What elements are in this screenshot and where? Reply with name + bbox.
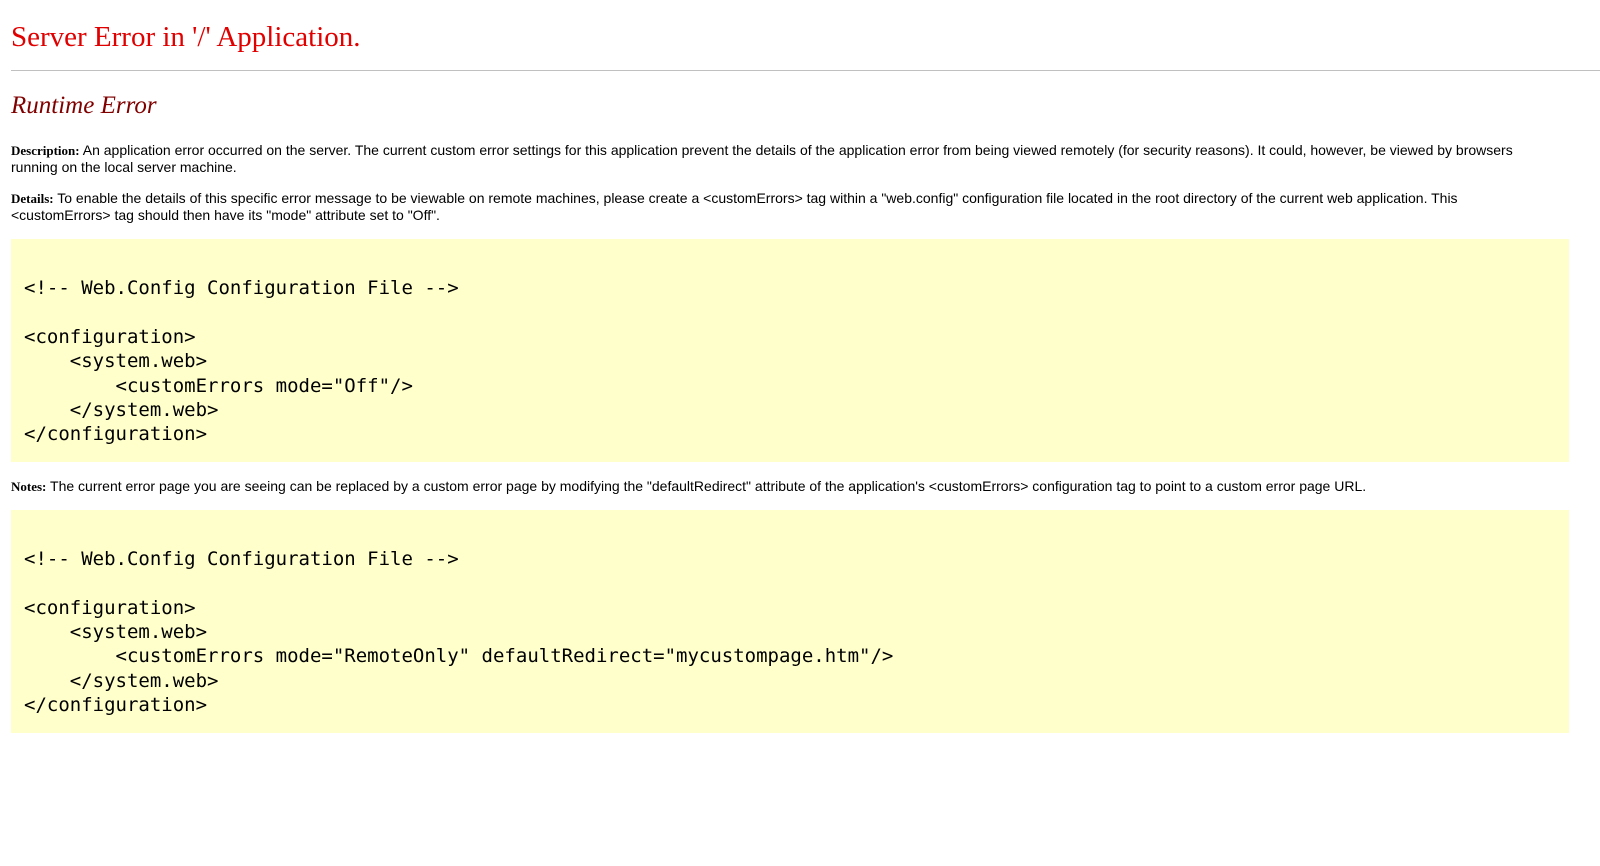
details-paragraph: Details: To enable the details of this s… bbox=[11, 190, 1556, 223]
config-code-block-off: <!-- Web.Config Configuration File --> <… bbox=[11, 239, 1569, 462]
details-text: To enable the details of this specific e… bbox=[11, 190, 1458, 223]
description-text: An application error occurred on the ser… bbox=[11, 142, 1513, 175]
config-code-block-redirect: <!-- Web.Config Configuration File --> <… bbox=[11, 509, 1569, 733]
notes-text: The current error page you are seeing ca… bbox=[46, 477, 1367, 494]
description-paragraph: Description: An application error occurr… bbox=[11, 142, 1556, 175]
notes-label: Notes: bbox=[11, 478, 47, 494]
error-type-heading: Runtime Error bbox=[11, 92, 157, 119]
notes-paragraph: Notes: The current error page you are se… bbox=[11, 478, 1556, 495]
error-page: Server Error in '/' Application. Runtime… bbox=[0, 0, 1600, 733]
details-label: Details: bbox=[11, 191, 54, 206]
description-label: Description: bbox=[11, 143, 80, 158]
page-title: Server Error in '/' Application. bbox=[11, 21, 361, 53]
title-divider bbox=[11, 70, 1600, 71]
